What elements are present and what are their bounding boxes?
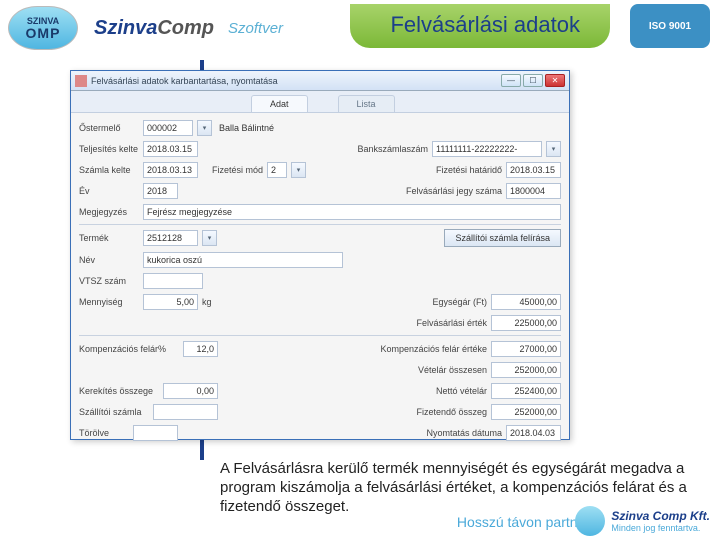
divider: [79, 224, 561, 225]
menny-label: Mennyiség: [79, 297, 139, 307]
page-header: SZINVA OMP SzinvaComp Szoftver Felvásárl…: [0, 0, 720, 56]
jegyszam-label: Felvásárlási jegy száma: [406, 186, 502, 196]
szallszamla-label: Szállítói számla: [79, 407, 149, 417]
szallitoi-szamla-button[interactable]: Szállítói számla felírása: [444, 229, 561, 247]
bank-input[interactable]: 11111111-22222222-: [432, 141, 542, 157]
close-button[interactable]: ✕: [545, 74, 565, 87]
window-titlebar[interactable]: Felvásárlási adatok karbantartása, nyomt…: [71, 71, 569, 91]
iso-badge: ISO 9001: [630, 4, 710, 48]
slide-title: Felvásárlási adatok: [350, 4, 610, 48]
tab-lista[interactable]: Lista: [338, 95, 395, 112]
divider-2: [79, 335, 561, 336]
felvert-label: Felvásárlási érték: [416, 318, 487, 328]
ostermelo-label: Őstermelő: [79, 123, 139, 133]
logo-big-text: OMP: [26, 26, 61, 40]
vtsz-label: VTSZ szám: [79, 276, 139, 286]
termek-label: Termék: [79, 233, 139, 243]
vtsz-input[interactable]: [143, 273, 203, 289]
logo-block: SZINVA OMP SzinvaComp Szoftver: [0, 6, 283, 50]
netto-value: 252400,00: [491, 383, 561, 399]
app-window: Felvásárlási adatok karbantartása, nyomt…: [70, 70, 570, 440]
footer-logo-icon: [575, 506, 605, 536]
fizhat-input[interactable]: 2018.03.15: [506, 162, 561, 178]
jegyszam-input[interactable]: 1800004: [506, 183, 561, 199]
minimize-button[interactable]: —: [501, 74, 521, 87]
nev-label: Név: [79, 255, 139, 265]
bank-label: Bankszámlaszám: [357, 144, 428, 154]
fizmod-input[interactable]: 2: [267, 162, 287, 178]
felvert-value: 225000,00: [491, 315, 561, 331]
netto-label: Nettó vételár: [436, 386, 487, 396]
torolve-label: Törölve: [79, 428, 129, 438]
szallszamla-input[interactable]: [153, 404, 218, 420]
window-icon: [75, 75, 87, 87]
megj-input[interactable]: Fejrész megjegyzése: [143, 204, 561, 220]
nyomt-value: 2018.04.03: [506, 425, 561, 441]
brand-subtitle: Szoftver: [228, 20, 283, 37]
ostermelo-name: Balla Bálintné: [216, 120, 336, 136]
form-area: Őstermelő 000002 ▾ Balla Bálintné Teljes…: [71, 113, 569, 451]
termek-input[interactable]: 2512128: [143, 230, 198, 246]
kerekites-input[interactable]: 0,00: [163, 383, 218, 399]
szamla-label: Számla kelte: [79, 165, 139, 175]
vetelar-value: 252000,00: [491, 362, 561, 378]
bank-picker[interactable]: ▾: [546, 141, 561, 157]
fizetendo-value: 252000,00: [491, 404, 561, 420]
teljesites-input[interactable]: 2018.03.15: [143, 141, 198, 157]
teljesites-label: Teljesítés kelte: [79, 144, 139, 154]
ev-label: Év: [79, 186, 139, 196]
nyomt-label: Nyomtatás dátuma: [426, 428, 502, 438]
tab-adat[interactable]: Adat: [251, 95, 308, 112]
kerekites-label: Kerekítés összege: [79, 386, 159, 396]
nev-input[interactable]: kukorica oszú: [143, 252, 343, 268]
window-title: Felvásárlási adatok karbantartása, nyomt…: [91, 76, 499, 86]
megj-label: Megjegyzés: [79, 207, 139, 217]
footer-rights: Minden jog fenntartva.: [611, 523, 710, 533]
vetelar-label: Vételár összesen: [418, 365, 487, 375]
egysegar-label: Egységár (Ft): [432, 297, 487, 307]
footer-text: Szinva Comp Kft. Minden jog fenntartva.: [611, 509, 710, 533]
torolve-input[interactable]: [133, 425, 178, 441]
fizhat-label: Fizetési határidő: [436, 165, 502, 175]
footer-logo-block: Szinva Comp Kft. Minden jog fenntartva.: [575, 506, 710, 536]
kompf-label: Kompenzációs felár%: [79, 344, 179, 354]
ostermelo-input[interactable]: 000002: [143, 120, 193, 136]
menny-unit: kg: [202, 297, 212, 307]
ostermelo-picker[interactable]: ▾: [197, 120, 212, 136]
szamla-input[interactable]: 2018.03.13: [143, 162, 198, 178]
termek-picker[interactable]: ▾: [202, 230, 217, 246]
footer-tagline: Hosszú távon partner: [457, 514, 590, 530]
tab-bar: Adat Lista: [71, 91, 569, 113]
kompfe-value: 27000,00: [491, 341, 561, 357]
kompfe-label: Kompenzációs felár értéke: [380, 344, 487, 354]
footer-company: Szinva Comp Kft.: [611, 509, 710, 523]
fizmod-picker[interactable]: ▾: [291, 162, 306, 178]
fizetendo-label: Fizetendő összeg: [416, 407, 487, 417]
brand-name: SzinvaComp: [94, 17, 214, 40]
menny-input[interactable]: 5,00: [143, 294, 198, 310]
egysegar-input[interactable]: 45000,00: [491, 294, 561, 310]
maximize-button[interactable]: ☐: [523, 74, 543, 87]
kompf-input[interactable]: 12,0: [183, 341, 218, 357]
fizmod-label: Fizetési mód: [212, 165, 263, 175]
logo-icon: SZINVA OMP: [8, 6, 78, 50]
ev-input[interactable]: 2018: [143, 183, 178, 199]
